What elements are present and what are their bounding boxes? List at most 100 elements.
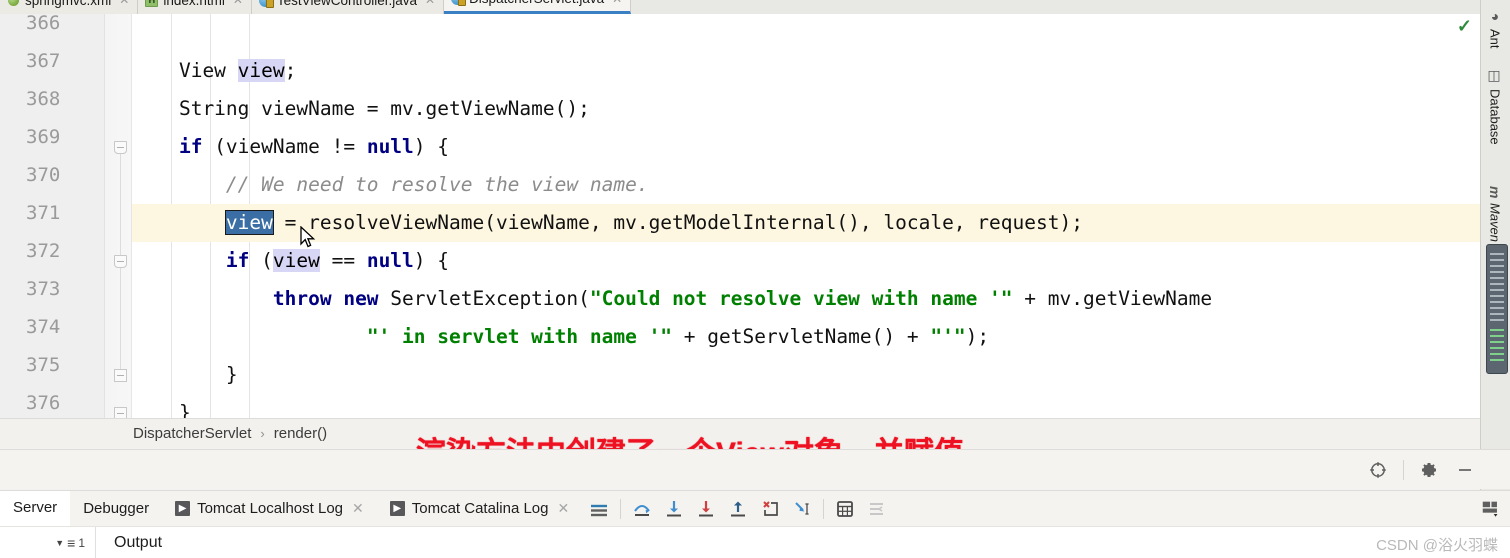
line-number: 370: [26, 164, 61, 186]
code-token: view: [237, 59, 285, 82]
code-line[interactable]: throw new ServletException("Could not re…: [132, 280, 1480, 318]
editor-tab-label: springmvc.xml: [25, 0, 112, 8]
close-icon[interactable]: ✕: [425, 0, 435, 7]
line-number: 366: [26, 14, 61, 34]
code-line[interactable]: [132, 14, 1480, 52]
soft-wrap-icon[interactable]: [866, 498, 888, 520]
line-number: 368: [26, 88, 61, 110]
line-number: 373: [26, 278, 61, 300]
code-line[interactable]: if (viewName != null) {: [132, 128, 1480, 166]
minimize-icon[interactable]: [1454, 459, 1476, 481]
xml-file-icon: [7, 0, 20, 7]
code-token: "'": [930, 325, 966, 348]
gear-icon[interactable]: [1418, 459, 1440, 481]
code-token: );: [965, 325, 990, 348]
code-token: + mv.getViewName: [1012, 287, 1213, 310]
code-line[interactable]: view = resolveViewName(viewName, mv.getM…: [132, 204, 1480, 242]
code-token: ==: [319, 249, 367, 272]
editor-tab-testviewcontroller-java[interactable]: TestViewController.java ✕: [251, 0, 445, 14]
inspection-status-checkmark-icon[interactable]: ✓: [1457, 16, 1472, 37]
line-number: 375: [26, 354, 61, 376]
console-lines-icon[interactable]: [588, 498, 610, 520]
code-line[interactable]: "' in servlet with name '" + getServletN…: [132, 318, 1480, 356]
right-tool-window-bar: ◕ Ant ◫ Database m Maven: [1480, 0, 1510, 490]
breadcrumb-item-method[interactable]: render(): [274, 425, 327, 442]
chevron-right-icon: ›: [260, 426, 265, 441]
editor-tab-index-html[interactable]: H index.html ✕: [138, 0, 252, 14]
java-file-icon: [258, 0, 274, 8]
lines-icon: ≡: [67, 534, 76, 551]
code-line[interactable]: String viewName = mv.getViewName();: [132, 90, 1480, 128]
fold-marker-375[interactable]: [114, 369, 127, 382]
editor-tab-label: index.html: [163, 0, 225, 8]
step-into-icon[interactable]: [663, 498, 685, 520]
tool-window-label: Database: [1487, 89, 1503, 145]
code-token: = resolveViewName(viewName, mv.getModelI…: [272, 211, 1083, 234]
force-step-into-icon[interactable]: [695, 498, 717, 520]
breadcrumb-item-class[interactable]: DispatcherServlet: [133, 425, 251, 442]
code-token: // We need to resolve the view name.: [132, 173, 649, 196]
bottom-tab-server[interactable]: Server: [0, 490, 71, 527]
bottom-tab-debugger[interactable]: Debugger: [70, 491, 162, 527]
close-icon[interactable]: ✕: [233, 0, 243, 7]
editor-tab-springmvc-xml[interactable]: springmvc.xml ✕: [0, 0, 139, 14]
line-number: 372: [26, 240, 61, 262]
line-number: 367: [26, 50, 61, 72]
tool-window-database[interactable]: ◫ Database: [1480, 62, 1510, 151]
fold-marker-372[interactable]: [114, 255, 127, 268]
close-icon[interactable]: ✕: [119, 0, 129, 7]
bottom-tab-label: Tomcat Catalina Log: [411, 500, 549, 517]
tool-window-header: [0, 449, 1510, 489]
close-icon[interactable]: ✕: [557, 500, 569, 517]
fold-marker-376[interactable]: [114, 407, 127, 418]
step-over-icon[interactable]: [631, 498, 653, 520]
editor-tab-dispatcherservlet-java[interactable]: DispatcherServlet.java ✕: [444, 0, 632, 14]
run-icon: ▶: [175, 501, 191, 516]
code-line[interactable]: // We need to resolve the view name.: [132, 166, 1480, 204]
step-out-icon[interactable]: [727, 498, 749, 520]
code-content[interactable]: View view; String viewName = mv.getViewN…: [132, 14, 1480, 418]
code-line[interactable]: if (view == null) {: [132, 242, 1480, 280]
java-class-icon: [451, 0, 467, 6]
drop-frame-icon[interactable]: [759, 498, 781, 520]
layout-settings-icon[interactable]: [1480, 498, 1502, 520]
code-token: ) {: [413, 249, 450, 272]
tool-window-header-actions: [1367, 450, 1476, 490]
output-label: Output: [114, 533, 163, 551]
code-token: ) {: [413, 135, 450, 158]
close-icon[interactable]: ✕: [352, 500, 364, 517]
code-line[interactable]: }: [132, 394, 1480, 418]
fold-guide-line: [120, 148, 121, 256]
chevron-down-icon: ▼: [55, 537, 65, 548]
fold-marker-369[interactable]: [114, 141, 127, 154]
bottom-tab-label: Server: [13, 499, 58, 516]
output-counter: 1: [78, 535, 85, 550]
run-to-cursor-icon[interactable]: [791, 498, 813, 520]
code-line[interactable]: View view;: [132, 52, 1480, 90]
code-editor[interactable]: 366 367 368 369 370 371 372 373 374 375 376 View v…: [0, 14, 1480, 418]
tool-window-ant[interactable]: ◕ Ant: [1480, 2, 1510, 55]
tool-window-maven[interactable]: m Maven: [1480, 180, 1510, 248]
close-icon[interactable]: ✕: [612, 0, 622, 6]
bottom-tab-tomcat-catalina-log[interactable]: ▶ Tomcat Catalina Log ✕: [377, 491, 582, 527]
editor-gutter[interactable]: 366 367 368 369 370 371 372 373 374 375 376: [0, 14, 132, 418]
line-number: 374: [26, 316, 61, 338]
code-line[interactable]: }: [132, 356, 1480, 394]
bottom-tab-tomcat-localhost-log[interactable]: ▶ Tomcat Localhost Log ✕: [162, 491, 377, 527]
line-number: 369: [26, 126, 61, 148]
code-token: "Could not resolve view with name '": [589, 287, 1013, 310]
code-token: if: [225, 249, 250, 272]
console-filter-control[interactable]: ▼ ≡ 1: [0, 526, 96, 558]
tool-window-label: Maven: [1487, 203, 1503, 243]
code-token: throw new: [272, 287, 379, 310]
code-token: String viewName = mv.getViewName();: [132, 97, 590, 120]
evaluate-expression-icon[interactable]: [834, 498, 856, 520]
maven-overlay-scrollbar[interactable]: [1486, 244, 1508, 374]
bottom-tab-label: Debugger: [83, 500, 150, 517]
debugger-toolbar: [582, 498, 888, 520]
crosshair-icon[interactable]: [1367, 459, 1389, 481]
